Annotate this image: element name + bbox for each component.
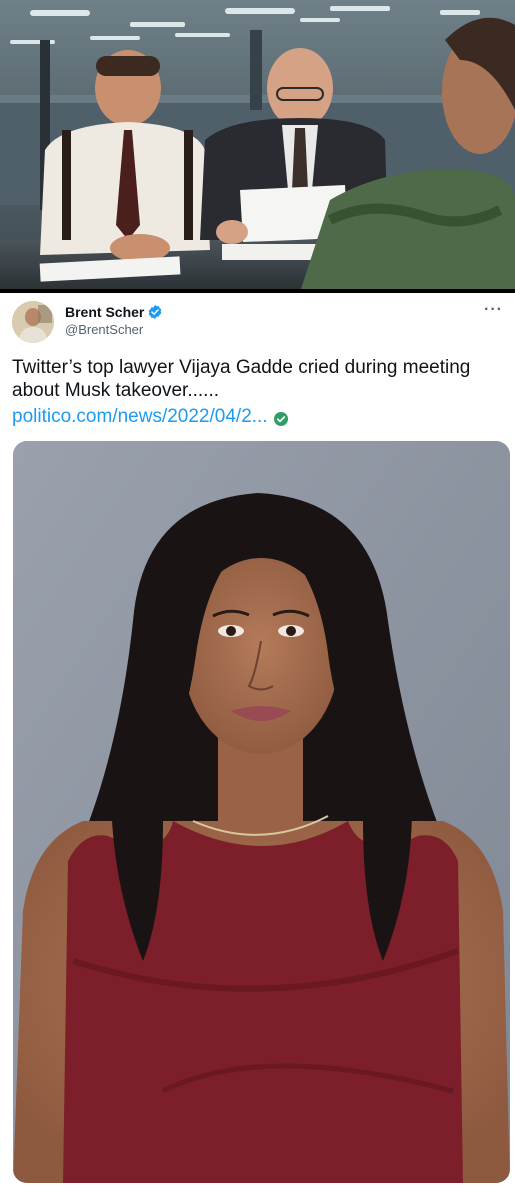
- office-scene-illustration: [0, 0, 515, 292]
- author-name[interactable]: Brent Scher: [65, 304, 144, 320]
- tweet-media-photo[interactable]: [13, 441, 510, 1183]
- author-name-row[interactable]: Brent Scher: [65, 304, 163, 320]
- check-circle-icon: [273, 410, 288, 426]
- tweet-card[interactable]: Brent Scher @BrentScher ··· Twitter’s to…: [0, 293, 515, 1200]
- author-handle[interactable]: @BrentScher: [65, 322, 143, 337]
- tweet-text: Twitter’s top lawyer Vijaya Gadde cried …: [12, 357, 471, 401]
- meme-top-image: [0, 0, 515, 292]
- verified-badge-icon: [147, 304, 163, 320]
- more-options-icon[interactable]: ···: [484, 301, 503, 319]
- link-text[interactable]: politico.com/news/2022/04/2...: [12, 406, 268, 428]
- author-avatar[interactable]: [12, 301, 54, 343]
- tweet-link[interactable]: politico.com/news/2022/04/2...: [12, 406, 288, 428]
